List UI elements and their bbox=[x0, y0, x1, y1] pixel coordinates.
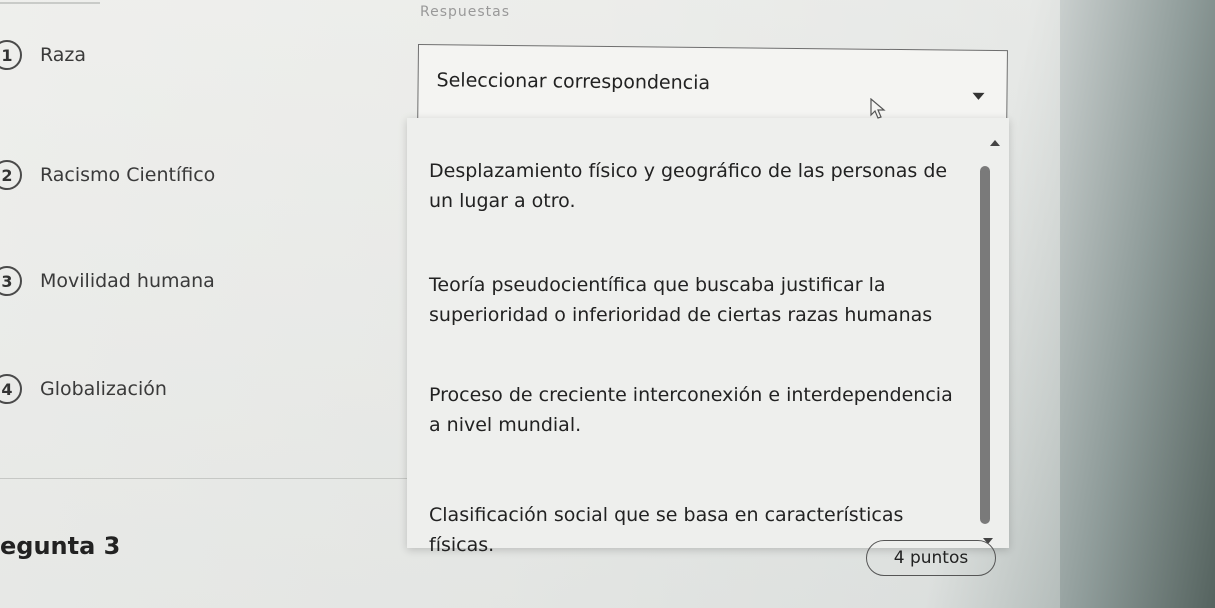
match-item-3: 3 Movilidad humana bbox=[0, 266, 215, 296]
mouse-cursor-icon bbox=[870, 98, 886, 119]
item-number-badge: 1 bbox=[0, 40, 22, 70]
item-number-badge: 4 bbox=[0, 374, 22, 404]
chevron-down-icon[interactable] bbox=[972, 92, 985, 100]
match-item-4: 4 Globalización bbox=[0, 374, 167, 404]
item-number-badge: 3 bbox=[0, 266, 22, 296]
top-divider bbox=[0, 2, 100, 4]
section-header: Respuestas bbox=[420, 4, 511, 20]
question-heading: egunta 3 bbox=[0, 532, 121, 560]
scroll-up-arrow-icon[interactable] bbox=[990, 140, 1000, 146]
match-select[interactable]: Seleccionar correspondencia bbox=[417, 44, 1008, 129]
dropdown-option-3[interactable]: Proceso de creciente interconexión e int… bbox=[429, 380, 969, 440]
match-item-1: 1 Raza bbox=[0, 40, 86, 70]
question-divider bbox=[0, 478, 410, 479]
scrollbar-thumb[interactable] bbox=[980, 166, 990, 524]
match-item-2: 2 Racismo Científico bbox=[0, 160, 215, 190]
match-item-label: Movilidad humana bbox=[40, 270, 215, 292]
match-item-label: Racismo Científico bbox=[40, 164, 216, 186]
select-value: Seleccionar correspondencia bbox=[436, 69, 711, 95]
dropdown-option-2[interactable]: Teoría pseudocientífica que buscaba just… bbox=[429, 270, 969, 330]
match-item-label: Globalización bbox=[40, 378, 167, 400]
select-dropdown-list[interactable]: Desplazamiento físico y geográfico de la… bbox=[407, 118, 1009, 556]
item-number-badge: 2 bbox=[0, 160, 22, 190]
dropdown-option-1[interactable]: Desplazamiento físico y geográfico de la… bbox=[429, 156, 969, 216]
match-item-label: Raza bbox=[40, 44, 87, 66]
points-badge: 4 puntos bbox=[866, 540, 996, 576]
